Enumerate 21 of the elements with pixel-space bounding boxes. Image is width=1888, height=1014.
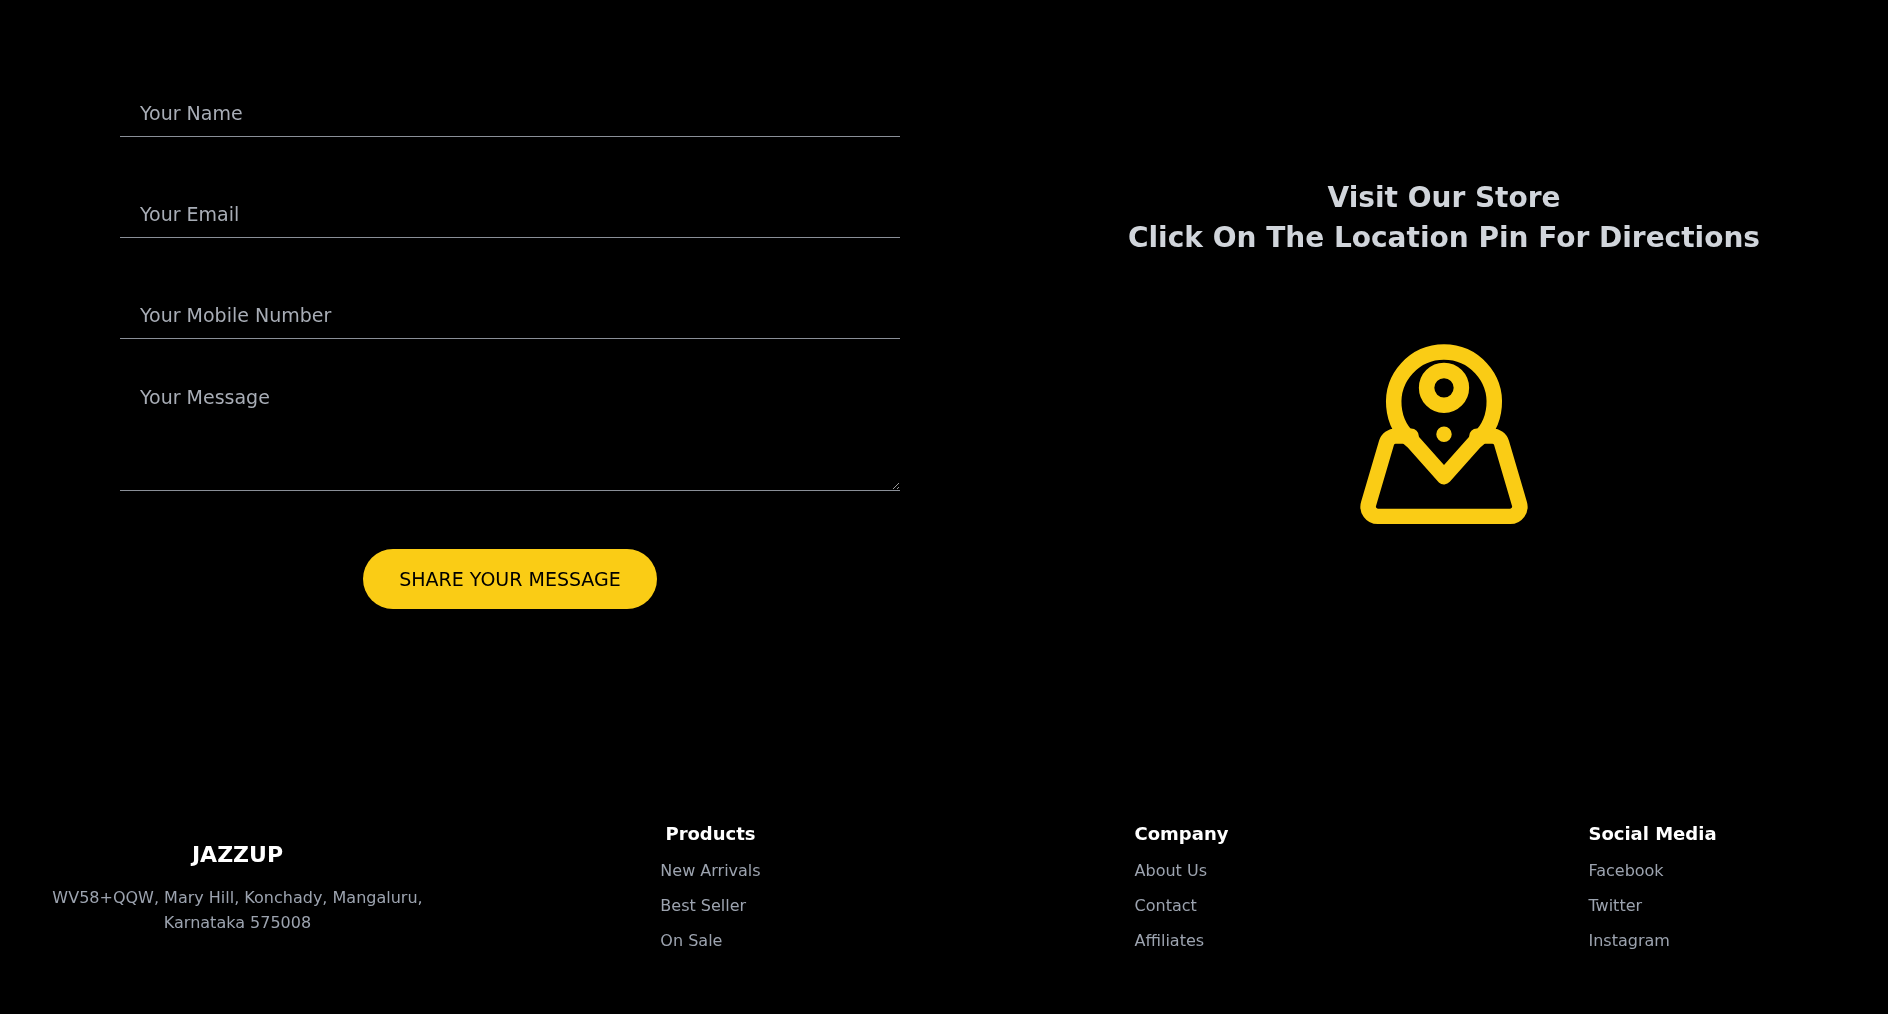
text-field[interactable]: Your Mobile Number xyxy=(120,292,900,339)
footer-link[interactable]: Best Seller xyxy=(660,894,747,917)
submit-button[interactable]: SHARE YOUR MESSAGE xyxy=(363,549,657,609)
store-title: Visit Our Store xyxy=(1327,180,1561,216)
footer-link[interactable]: New Arrivals xyxy=(660,859,761,882)
message-field[interactable]: Your Message xyxy=(120,363,900,491)
footer-link[interactable]: Twitter xyxy=(1588,894,1643,917)
store-subtitle: Click On The Location Pin For Directions xyxy=(1127,220,1761,256)
footer-link[interactable]: Contact xyxy=(1134,894,1197,917)
footer-link[interactable]: Facebook xyxy=(1588,859,1664,882)
column-heading: Social Media xyxy=(1588,822,1717,846)
text-field[interactable]: Your Name xyxy=(120,90,900,137)
store-address: WV58+QQW, Mary Hill, Konchady, Mangaluru, Karnataka 575008 xyxy=(51,887,424,934)
footer-link[interactable]: Affiliates xyxy=(1134,929,1205,952)
text-field[interactable]: Your Email xyxy=(120,191,900,238)
footer-link[interactable]: Instagram xyxy=(1588,929,1670,952)
brand-name: JAZZUP xyxy=(191,841,284,869)
column-heading: Company xyxy=(1134,822,1229,846)
footer-link[interactable]: About Us xyxy=(1134,859,1207,882)
column-heading: Products xyxy=(665,822,756,846)
footer-link[interactable]: On Sale xyxy=(660,929,723,952)
